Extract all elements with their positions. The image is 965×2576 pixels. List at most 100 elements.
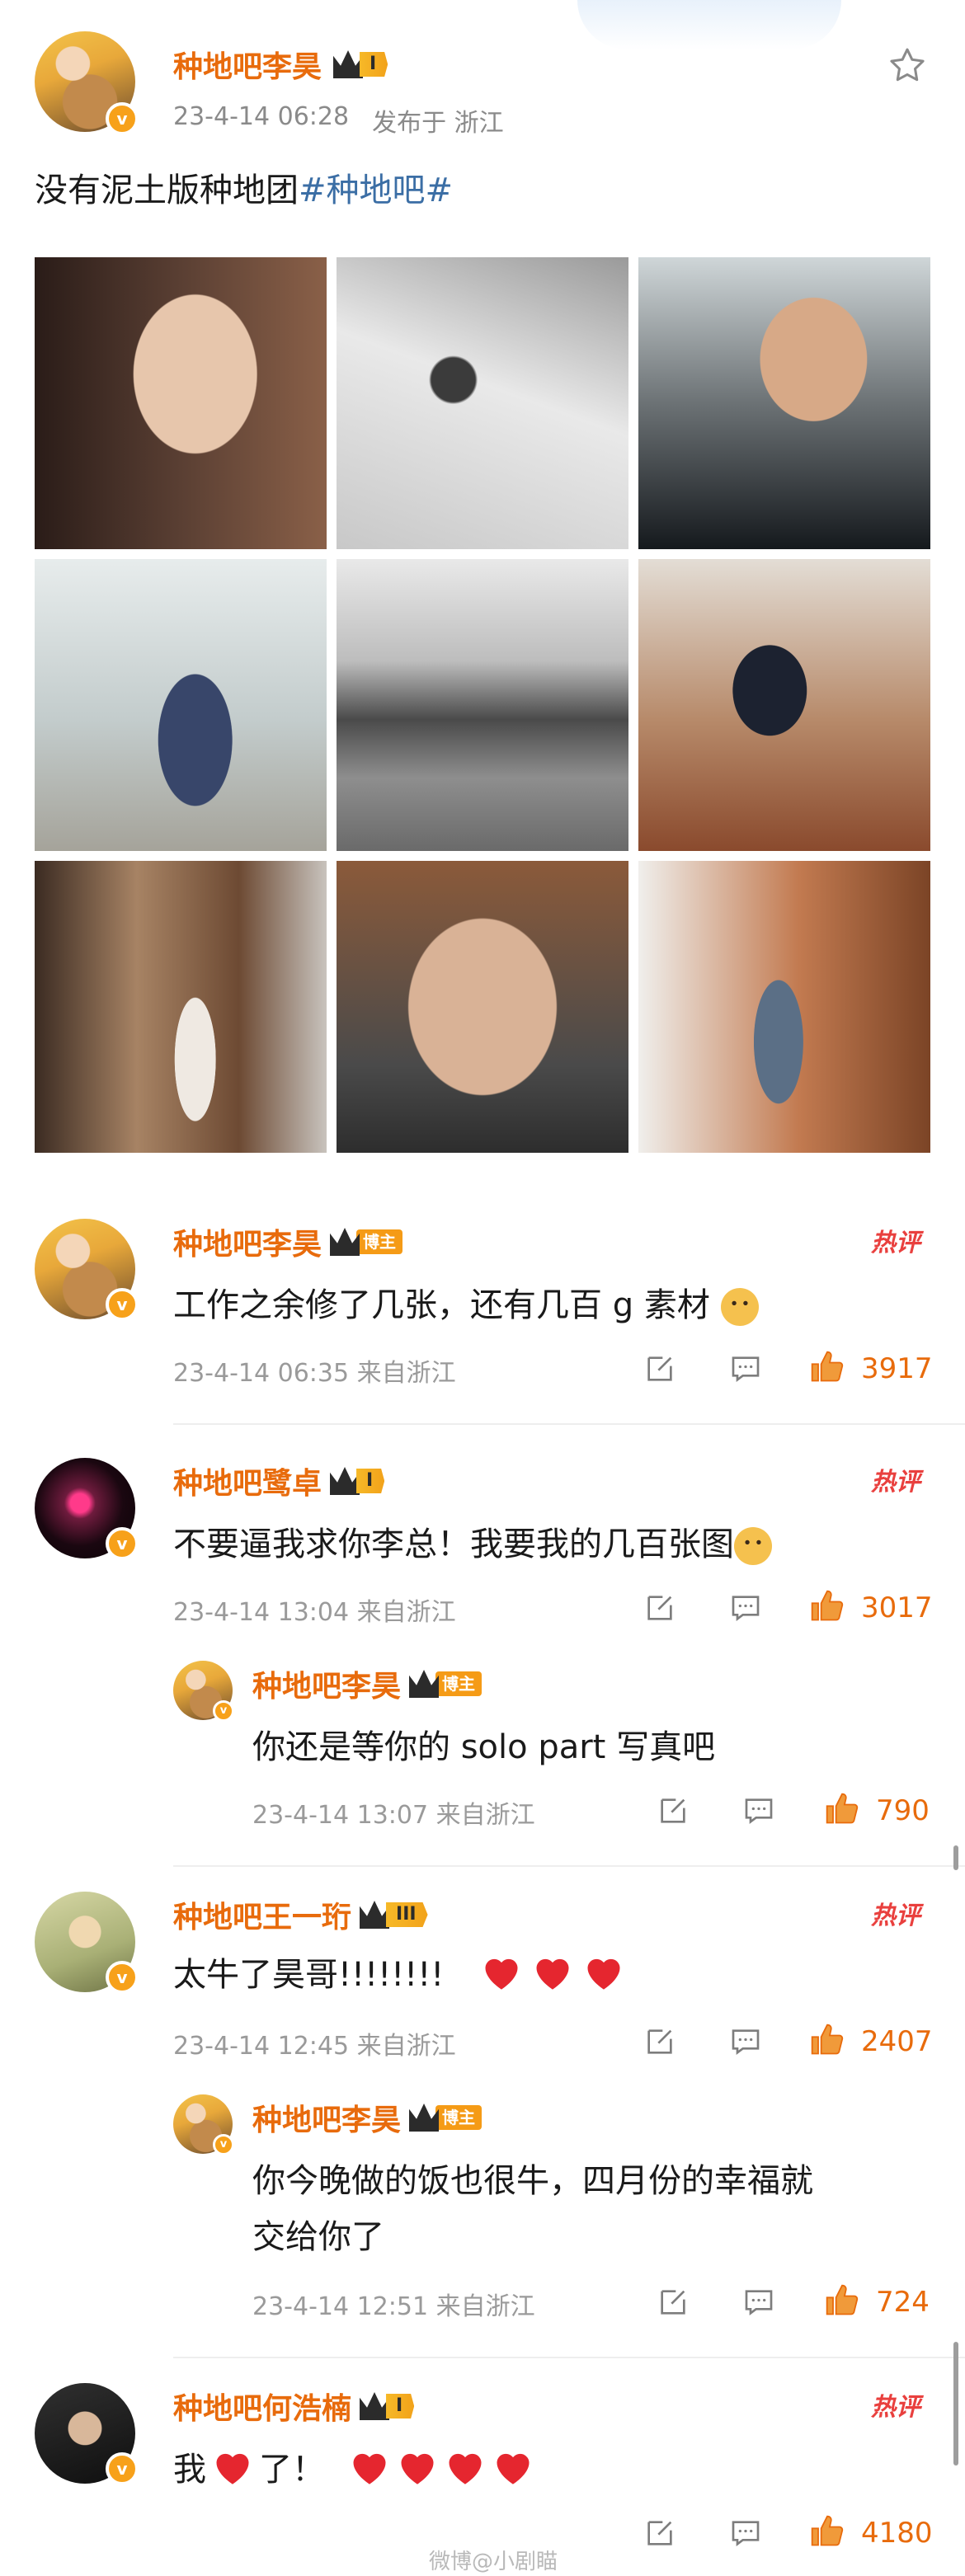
repost-icon[interactable] xyxy=(657,1794,690,1827)
crown-icon xyxy=(330,1228,360,1256)
reply-author[interactable]: 种地吧李昊 xyxy=(252,2096,401,2139)
hot-comment-badge: 热评 xyxy=(871,1901,920,1930)
comment-icon[interactable] xyxy=(729,1591,762,1624)
heart-emoji-icon xyxy=(587,1958,620,1990)
comment-divider xyxy=(173,1423,965,1425)
repost-icon[interactable] xyxy=(643,1352,676,1385)
watermark: 微博@小剧瞄 xyxy=(429,2550,558,2574)
verified-badge-icon: v xyxy=(106,1288,139,1321)
photo-2[interactable] xyxy=(337,257,628,549)
comment-body: 不要逼我求你李总！我要我的几百张图 xyxy=(173,1525,734,1563)
comment-author[interactable]: 种地吧鹭卓 xyxy=(173,1460,322,1502)
doge-emoji-icon xyxy=(734,1527,772,1565)
photo-3[interactable] xyxy=(638,257,930,549)
verified-badge-icon: v xyxy=(106,2452,139,2485)
level-tag: I xyxy=(386,2394,415,2419)
heart-emoji-icon xyxy=(216,2453,249,2484)
reply-author-line: 种地吧李昊 博主 xyxy=(252,1662,482,1705)
verified-badge-icon: v xyxy=(106,1961,139,1994)
author-line: 种地吧李昊 I xyxy=(173,43,388,86)
comment-divider xyxy=(173,2357,965,2358)
comment-divider xyxy=(173,1865,965,1867)
heart-emoji-icon xyxy=(485,1958,518,1990)
comment-author[interactable]: 种地吧王一珩 xyxy=(173,1893,351,1936)
comment-body: 太牛了昊哥!!!!!!!! xyxy=(173,1956,445,1994)
like-count: 4180 xyxy=(861,2517,933,2550)
comment-meta: 23-4-14 06:35 来自浙江 xyxy=(173,1359,456,1388)
heart-emoji-icon xyxy=(536,1958,569,1990)
post-text: 没有泥土版种地团#种地吧# xyxy=(35,163,453,211)
author-name[interactable]: 种地吧李昊 xyxy=(173,43,322,86)
comment-author-line: 种地吧鹭卓 I xyxy=(173,1460,385,1502)
scrollbar-track-indicator[interactable] xyxy=(953,2342,958,2466)
blogger-badge: 博主 xyxy=(409,2103,482,2132)
like-icon[interactable] xyxy=(808,1349,846,1385)
photo-9[interactable] xyxy=(638,861,930,1153)
hashtag-link[interactable]: #种地吧# xyxy=(299,172,453,209)
repost-icon[interactable] xyxy=(643,2517,676,2550)
blogger-badge: 博主 xyxy=(330,1227,403,1257)
comment-author[interactable]: 种地吧何浩楠 xyxy=(173,2385,351,2428)
comment-icon[interactable] xyxy=(729,2025,762,2058)
photo-1[interactable] xyxy=(35,257,327,549)
like-icon[interactable] xyxy=(823,2282,861,2319)
repost-icon[interactable] xyxy=(643,2025,676,2058)
crown-icon xyxy=(409,2104,440,2132)
post-text-body: 没有泥土版种地团 xyxy=(35,172,299,209)
crown-icon xyxy=(360,2392,390,2420)
repost-icon[interactable] xyxy=(657,2286,690,2319)
verified-badge-icon: v xyxy=(106,1527,139,1560)
crown-icon xyxy=(330,1467,360,1495)
post-time: 23-4-14 06:28 xyxy=(173,102,350,131)
favorite-star-icon[interactable] xyxy=(886,45,929,87)
level-tag: I xyxy=(360,52,388,77)
comment-icon[interactable] xyxy=(729,2517,762,2550)
vip-level-badge: I xyxy=(330,1466,385,1496)
comment-author[interactable]: 种地吧李昊 xyxy=(173,1220,322,1263)
vip-level-badge: I xyxy=(333,49,388,79)
reply-author-line: 种地吧李昊 博主 xyxy=(252,2096,482,2139)
photo-4[interactable] xyxy=(35,559,327,851)
comment-author-line: 种地吧何浩楠 I xyxy=(173,2385,415,2428)
like-icon[interactable] xyxy=(808,1588,846,1624)
comment-text: 太牛了昊哥!!!!!!!! xyxy=(173,1948,625,1995)
comment-icon[interactable] xyxy=(742,2286,775,2319)
repost-icon[interactable] xyxy=(643,1591,676,1624)
heart-emoji-icon xyxy=(401,2453,434,2484)
level-tag: III xyxy=(386,1902,428,1927)
comment-author-line: 种地吧李昊 博主 xyxy=(173,1220,403,1263)
blogger-tag: 博主 xyxy=(356,1229,403,1254)
vip-level-badge: I xyxy=(360,2391,415,2421)
comment-body: 工作之余修了几张，还有几百 g 素材 xyxy=(173,1286,710,1324)
like-icon[interactable] xyxy=(808,2513,846,2550)
hot-comment-badge: 热评 xyxy=(871,1468,920,1497)
comment-author-line: 种地吧王一珩 III xyxy=(173,1893,428,1936)
reply-text-line-1: 你今晚做的饭也很牛，四月份的幸福就 xyxy=(252,2162,813,2200)
vip-level-badge: III xyxy=(360,1900,428,1930)
blogger-tag: 博主 xyxy=(435,1671,482,1696)
hot-comment-badge: 热评 xyxy=(871,2393,920,2422)
crown-icon xyxy=(409,1670,440,1698)
like-count: 790 xyxy=(876,1794,930,1827)
scrollbar-thumb[interactable] xyxy=(953,1845,958,1870)
comment-body-part-2: 了！ xyxy=(259,2451,325,2489)
level-tag: I xyxy=(356,1469,385,1493)
comment-icon[interactable] xyxy=(742,1794,775,1827)
like-count: 2407 xyxy=(861,2025,933,2058)
comment-icon[interactable] xyxy=(729,1352,762,1385)
like-icon[interactable] xyxy=(823,1791,861,1827)
photo-6[interactable] xyxy=(638,559,930,851)
comment-body-part-1: 我 xyxy=(173,2451,206,2489)
crown-icon xyxy=(333,50,364,78)
reply-author[interactable]: 种地吧李昊 xyxy=(252,1662,401,1705)
photo-8[interactable] xyxy=(337,861,628,1153)
blogger-tag: 博主 xyxy=(435,2105,482,2130)
reply-text-line-2: 交给你了 xyxy=(252,2218,384,2256)
heart-emoji-icon xyxy=(497,2453,530,2484)
post-meta: 23-4-14 06:28 发布于 浙江 xyxy=(173,102,504,139)
photo-5[interactable] xyxy=(337,559,628,851)
like-icon[interactable] xyxy=(808,2022,846,2058)
verified-badge-icon: v xyxy=(213,2134,234,2155)
photo-7[interactable] xyxy=(35,861,327,1153)
like-count: 724 xyxy=(876,2286,930,2319)
